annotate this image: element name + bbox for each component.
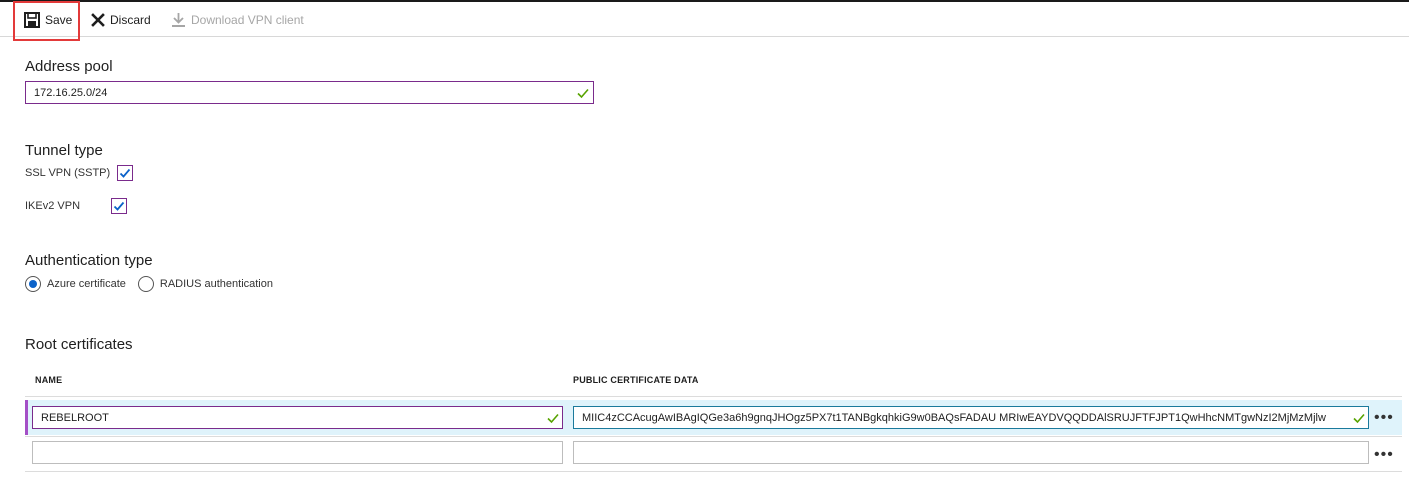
table-bottom-divider — [25, 471, 1402, 472]
radius-authentication-radio[interactable]: RADIUS authentication — [137, 276, 273, 292]
radio-unselected-icon — [137, 276, 154, 292]
authentication-type-label: Authentication type — [25, 252, 153, 269]
certificate-name-input-empty[interactable] — [32, 441, 563, 464]
certificate-data-input-empty[interactable] — [573, 441, 1369, 464]
ikev2-option: IKEv2 VPN — [25, 198, 128, 214]
certificate-data-input[interactable] — [573, 406, 1369, 429]
sstp-checkbox[interactable] — [117, 165, 134, 181]
address-pool-input[interactable] — [25, 81, 594, 104]
row-more-options-icon[interactable]: ••• — [1374, 446, 1394, 464]
row-more-options-icon[interactable]: ••• — [1374, 409, 1394, 427]
authentication-type-radio-group: Azure certificate RADIUS authentication — [25, 276, 285, 292]
discard-button[interactable]: Discard — [91, 7, 151, 33]
ikev2-checkbox[interactable] — [111, 198, 128, 214]
sstp-label: SSL VPN (SSTP) — [25, 167, 111, 179]
table-row-divider — [25, 436, 1402, 437]
root-certificates-label: Root certificates — [25, 336, 133, 353]
radius-authentication-label: RADIUS authentication — [159, 278, 273, 290]
column-header-name: NAME — [35, 375, 63, 385]
save-label: Save — [45, 13, 73, 27]
column-header-certificate-data: PUBLIC CERTIFICATE DATA — [573, 375, 699, 385]
checkmark-icon — [120, 168, 131, 178]
download-vpn-client-label: Download VPN client — [191, 13, 304, 27]
command-bar: Save Discard Download VPN client — [0, 2, 1409, 37]
sstp-option: SSL VPN (SSTP) — [25, 165, 134, 181]
discard-label: Discard — [110, 13, 151, 27]
address-pool-label: Address pool — [25, 58, 113, 75]
azure-certificate-radio[interactable]: Azure certificate — [25, 276, 126, 292]
save-button[interactable]: Save — [24, 7, 72, 33]
close-icon — [91, 13, 105, 27]
save-icon — [24, 12, 40, 28]
ikev2-label: IKEv2 VPN — [25, 200, 81, 212]
tunnel-type-label: Tunnel type — [25, 142, 103, 159]
table-header-divider — [25, 396, 1402, 397]
download-icon — [172, 13, 185, 27]
azure-certificate-label: Azure certificate — [47, 278, 126, 290]
download-vpn-client-button[interactable]: Download VPN client — [171, 7, 304, 33]
radio-selected-icon — [25, 276, 41, 292]
certificate-name-input[interactable] — [32, 406, 563, 429]
checkmark-icon — [113, 201, 125, 211]
row-selection-indicator — [25, 400, 28, 435]
